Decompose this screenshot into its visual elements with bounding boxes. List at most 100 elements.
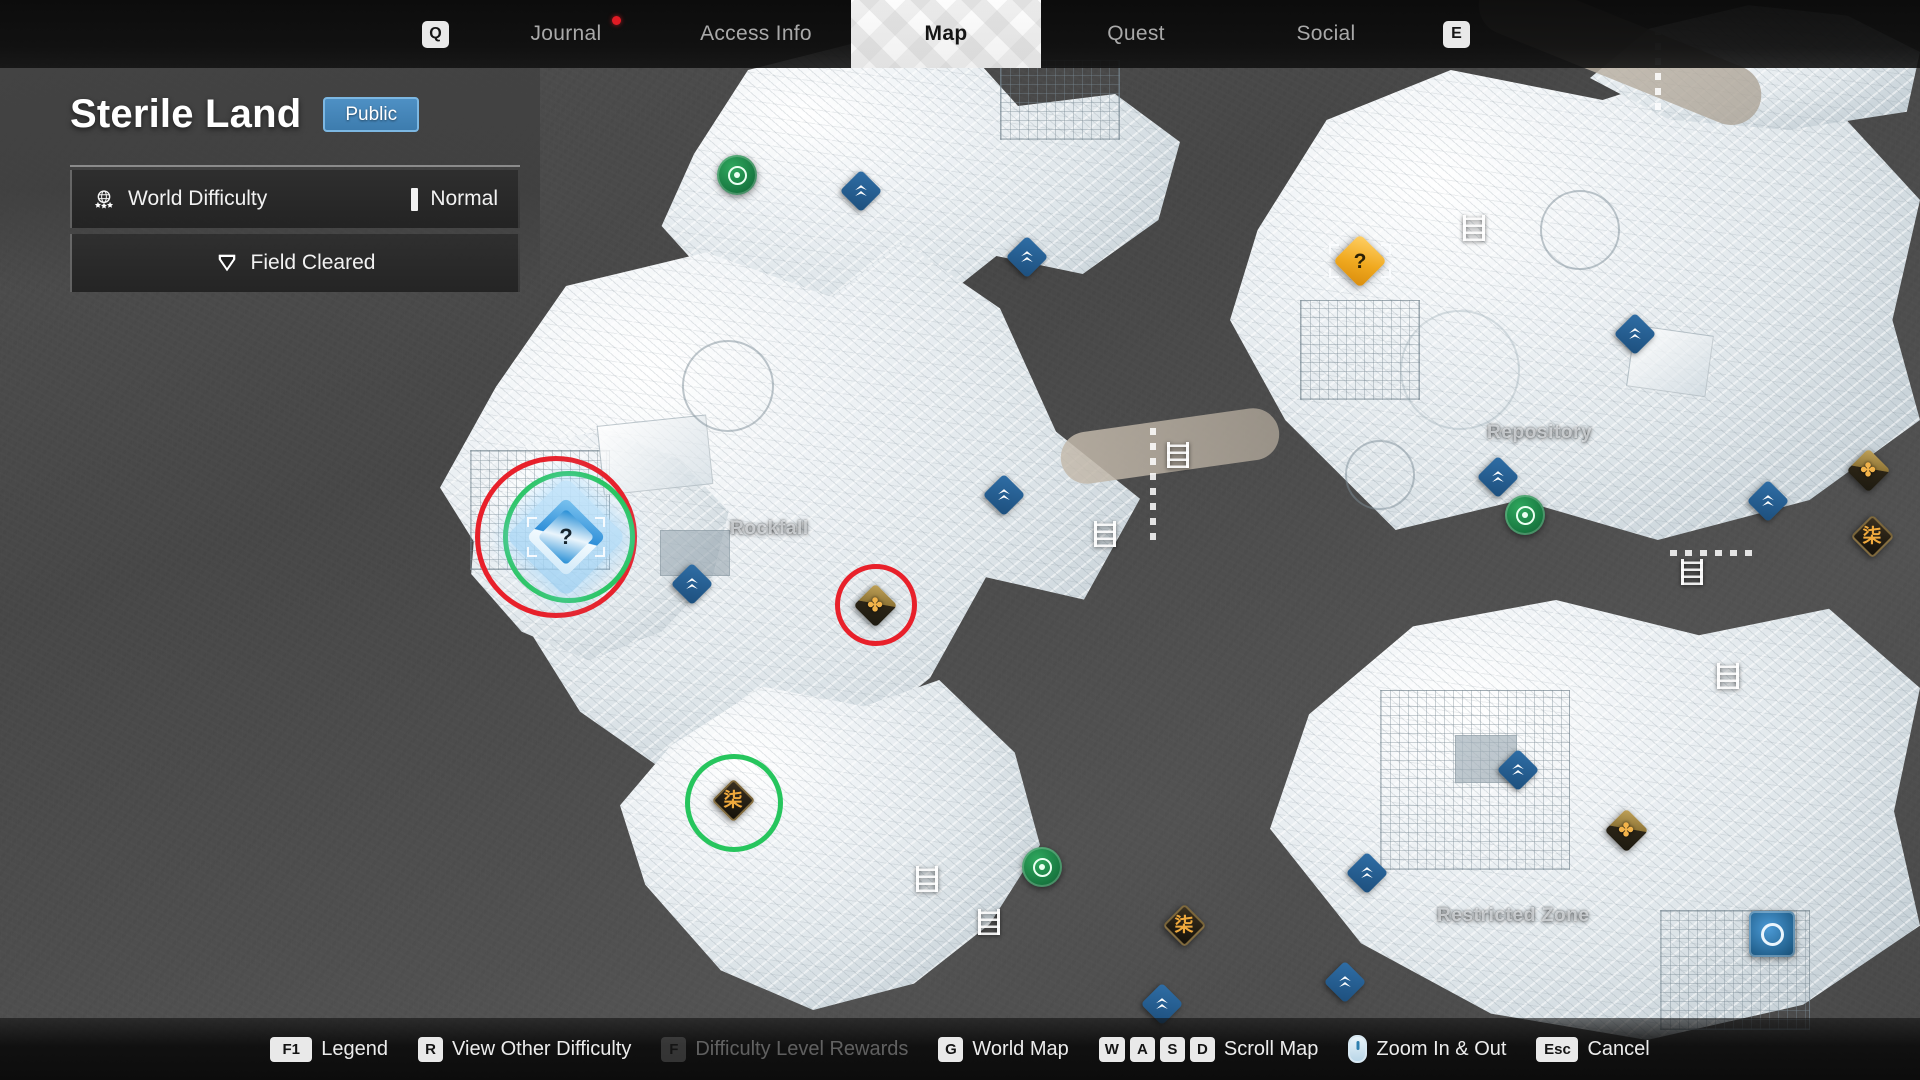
hint-scroll-map[interactable]: W A S D Scroll Map <box>1098 1036 1319 1062</box>
panel-divider <box>70 165 520 167</box>
tab-journal[interactable]: Journal <box>471 0 661 68</box>
field-cleared-row[interactable]: Field Cleared <box>70 234 520 292</box>
waypoint-chevron-icon <box>1477 456 1519 498</box>
difficulty-level-bar-icon <box>411 187 419 211</box>
quest-diamond-marker[interactable]: ? <box>1329 234 1391 288</box>
waypoint-marker[interactable] <box>1613 312 1657 356</box>
hint-label: World Map <box>972 1037 1069 1060</box>
waypoint-marker[interactable] <box>982 473 1026 517</box>
nav-next-key[interactable]: E <box>1421 0 1492 68</box>
world-difficulty-value: Normal <box>430 187 498 210</box>
hint-keycap-group: G <box>938 1036 964 1062</box>
teleport-station-marker[interactable] <box>1022 847 1062 887</box>
waypoint-chevron-icon <box>983 474 1025 516</box>
station-ring-icon <box>1032 857 1052 877</box>
keycap-s: S <box>1159 1036 1185 1062</box>
tab-map[interactable]: Map <box>851 0 1041 68</box>
hint-label: Cancel <box>1587 1037 1650 1060</box>
hint-keycap-group: F <box>661 1036 687 1062</box>
objective-sigil-icon: 柒 <box>1862 525 1882 547</box>
structure-plate <box>1000 60 1120 140</box>
boss-objective-marker[interactable]: 柒 <box>1850 514 1894 558</box>
field-cleared-label: Field Cleared <box>250 251 376 274</box>
hint-difficulty-level-rewards: F Difficulty Level Rewards <box>661 1036 908 1062</box>
waypoint-chevron-icon <box>1614 313 1656 355</box>
tab-quest[interactable]: Quest <box>1041 0 1231 68</box>
page-title: Sterile Land <box>70 92 302 136</box>
waypoint-marker[interactable] <box>1476 455 1520 499</box>
objective-sigil-icon: ✤ <box>867 595 883 615</box>
globe-stars-icon <box>92 187 116 211</box>
boss-objective-marker[interactable]: 柒 <box>1162 903 1206 947</box>
tab-label: Quest <box>1107 22 1165 45</box>
waypoint-marker[interactable] <box>839 169 883 213</box>
tab-label: Social <box>1296 22 1356 45</box>
hint-label: Scroll Map <box>1223 1037 1319 1060</box>
hint-cancel[interactable]: Esc Cancel <box>1536 1036 1650 1062</box>
waypoint-chevron-icon <box>1497 749 1539 791</box>
waypoint-marker[interactable] <box>1005 235 1049 279</box>
terrain-ring <box>1400 310 1520 430</box>
hint-label: View Other Difficulty <box>452 1037 632 1060</box>
keycap-f: F <box>661 1036 687 1062</box>
keycap-a: A <box>1129 1036 1155 1062</box>
ladder-icon <box>1463 215 1485 241</box>
waypoint-chevron-icon <box>1006 236 1048 278</box>
checkbox-checked-icon <box>215 251 239 275</box>
tab-access-info[interactable]: Access Info <box>661 0 851 68</box>
keycap-d: D <box>1189 1036 1215 1062</box>
facility-pad-icon <box>1749 911 1795 957</box>
mouse-wheel-icon <box>1348 1035 1368 1063</box>
hint-zoom-in---out[interactable]: Zoom In & Out <box>1348 1035 1506 1063</box>
hint-view-other-difficulty[interactable]: R View Other Difficulty <box>418 1036 632 1062</box>
waypoint-marker[interactable] <box>1345 851 1389 895</box>
facility-pad-marker[interactable] <box>1749 911 1795 957</box>
ladder-icon <box>978 909 1000 935</box>
world-difficulty-row[interactable]: World Difficulty Normal <box>70 170 520 228</box>
waypoint-chevron-icon <box>1346 852 1388 894</box>
hint-label: Zoom In & Out <box>1376 1037 1507 1060</box>
station-ring-icon <box>727 165 747 185</box>
waypoint-marker[interactable] <box>1323 960 1367 1004</box>
nav-left-spacer <box>0 0 400 68</box>
keycap-esc: Esc <box>1536 1036 1579 1062</box>
objective-sigil-icon: 柒 <box>1174 914 1194 936</box>
objective-sigil-icon: ✤ <box>1860 460 1876 480</box>
hint-legend[interactable]: F1 Legend <box>270 1036 388 1062</box>
map-screen: Rockfall Repository Restricted Zone ? ✤ 柒? ✤ 柒… <box>0 0 1920 1080</box>
keycap-w: W <box>1098 1036 1125 1062</box>
teleport-station-marker[interactable] <box>717 155 757 195</box>
selected-objective-marker[interactable]: ? <box>505 476 627 598</box>
resource-node-marker[interactable]: ✤ <box>1846 448 1890 492</box>
marker-shape <box>1022 847 1062 887</box>
ladder-icon <box>1681 559 1703 585</box>
tab-social[interactable]: Social <box>1231 0 1421 68</box>
boss-objective-marker[interactable]: 柒 <box>711 778 755 822</box>
waypoint-chevron-icon <box>671 563 713 605</box>
waypoint-chevron-icon <box>840 170 882 212</box>
hint-world-map[interactable]: G World Map <box>938 1036 1069 1062</box>
ladder-icon <box>1717 663 1739 689</box>
terrain-ring <box>682 340 774 432</box>
key-e-badge: E <box>1443 20 1470 48</box>
path-segment <box>1150 420 1156 540</box>
resource-node-marker[interactable]: ✤ <box>853 583 897 627</box>
visibility-badge[interactable]: Public <box>323 97 420 132</box>
question-mark-icon: ? <box>1353 249 1367 273</box>
teleport-station-marker[interactable] <box>1505 495 1545 535</box>
waypoint-marker[interactable] <box>670 562 714 606</box>
terrain-ring <box>1345 440 1415 510</box>
waypoint-marker[interactable] <box>1746 479 1790 523</box>
objective-sigil-icon: ✤ <box>1618 820 1634 840</box>
keycap-g: G <box>938 1036 964 1062</box>
zone-stat-list: World Difficulty Normal Field Cleared <box>70 165 520 292</box>
resource-node-marker[interactable]: ✤ <box>1604 808 1648 852</box>
keycap-f1: F1 <box>270 1036 313 1062</box>
tab-label: Journal <box>530 22 602 45</box>
station-ring-icon <box>1515 505 1535 525</box>
waypoint-chevron-icon <box>1747 480 1789 522</box>
waypoint-marker[interactable] <box>1496 748 1540 792</box>
zone-info-panel: Sterile Land Public World Difficulty Nor… <box>0 68 540 292</box>
marker-shape <box>717 155 757 195</box>
nav-prev-key[interactable]: Q <box>400 0 471 68</box>
